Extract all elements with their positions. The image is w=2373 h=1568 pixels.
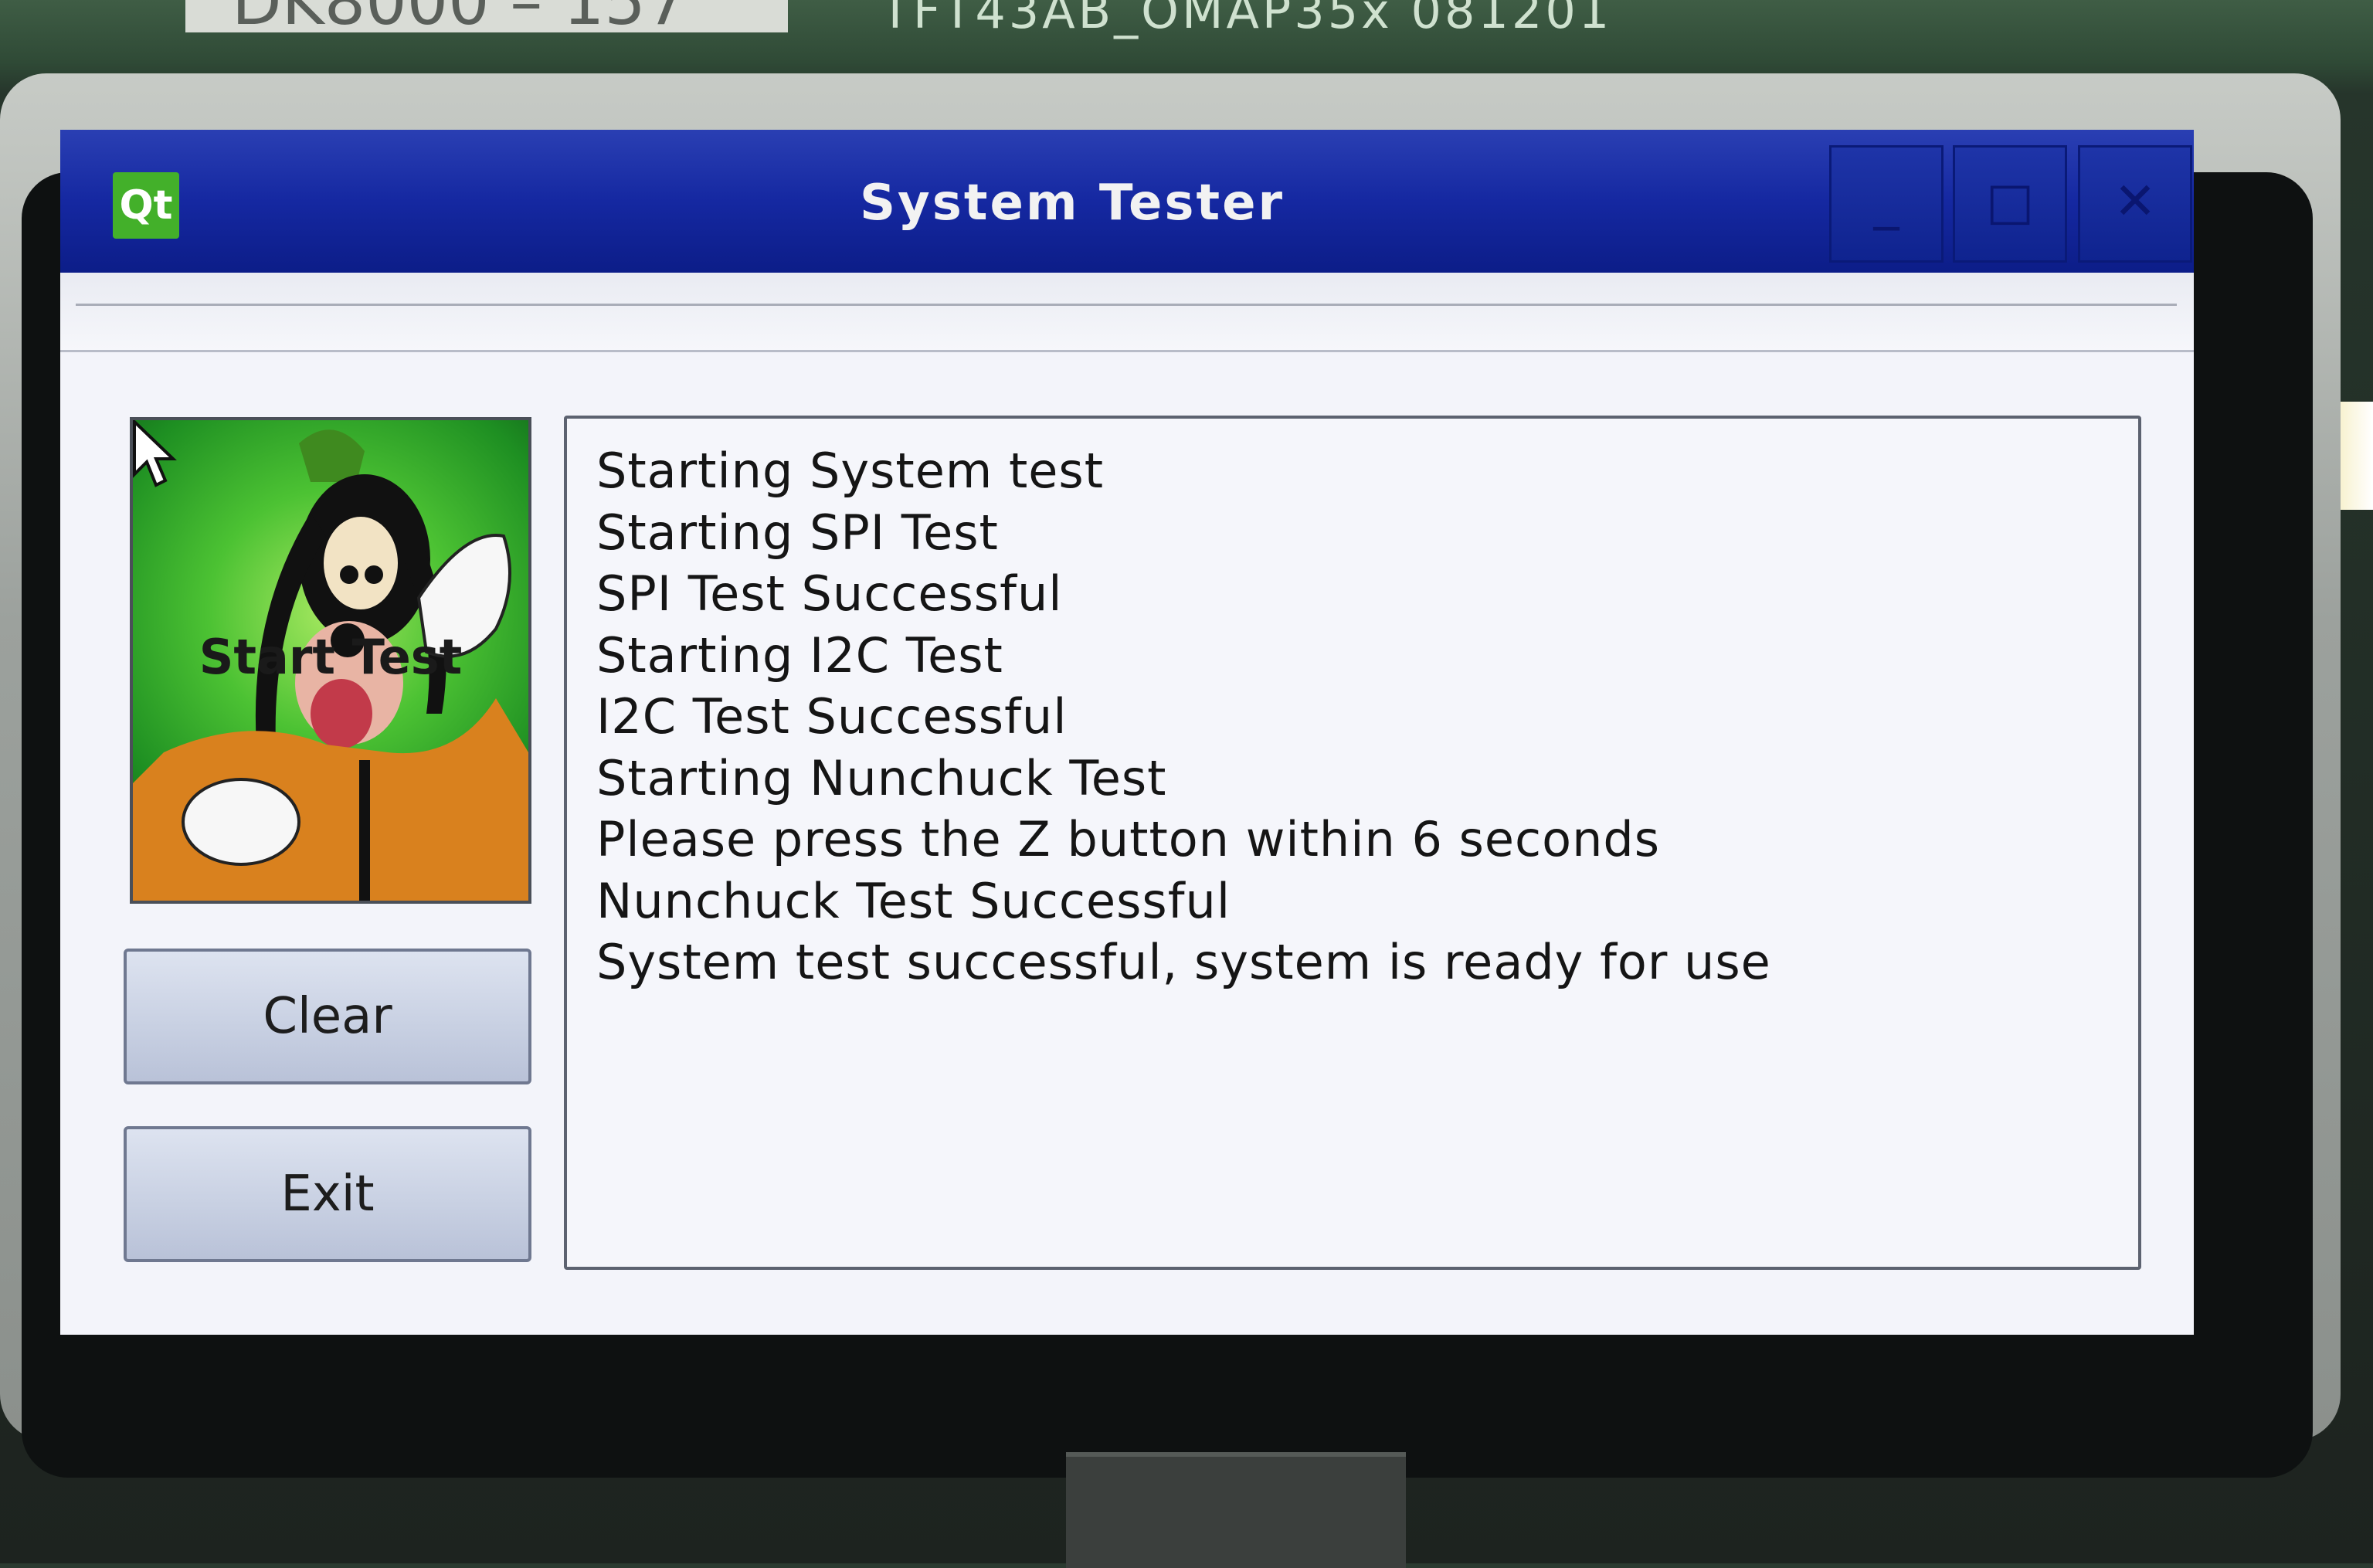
window-titlebar[interactable]: Qt System Tester _ □ ✕ xyxy=(60,130,2194,273)
log-output-panel[interactable]: Starting System test Starting SPI Test S… xyxy=(564,416,2141,1270)
log-line: System test successful, system is ready … xyxy=(596,934,1771,990)
start-test-button[interactable]: Start Test xyxy=(130,417,531,904)
lcd-screen: Qt System Tester _ □ ✕ Start Test Clear … xyxy=(60,130,2194,1335)
board-silkscreen-label: DK8000 – 157 xyxy=(185,0,788,34)
log-line: Starting SPI Test xyxy=(596,504,999,561)
log-line: Please press the Z button within 6 secon… xyxy=(596,811,1661,867)
maximize-button[interactable]: □ xyxy=(1953,145,2067,263)
log-line: SPI Test Successful xyxy=(596,565,1063,622)
clear-button[interactable]: Clear xyxy=(124,949,531,1084)
exit-button[interactable]: Exit xyxy=(124,1126,531,1262)
menu-bar-separator xyxy=(76,304,2177,306)
close-button[interactable]: ✕ xyxy=(2078,145,2192,263)
mouse-cursor-icon xyxy=(133,420,177,487)
log-lines: Starting System test Starting SPI Test S… xyxy=(596,440,1771,993)
log-line: Starting I2C Test xyxy=(596,626,1003,684)
menu-bar xyxy=(60,273,2194,352)
minimize-button[interactable]: _ xyxy=(1829,145,1944,263)
log-line: Nunchuck Test Successful xyxy=(596,872,1231,929)
bottom-connector xyxy=(1066,1452,1406,1568)
window-title: System Tester xyxy=(859,175,1285,232)
board-model-text: TFT43AB_OMAP35x 081201 xyxy=(881,0,1613,39)
qt-logo-icon: Qt xyxy=(113,172,179,239)
start-test-label: Start Test xyxy=(199,629,463,685)
log-line: Starting System test xyxy=(596,443,1105,499)
log-line: I2C Test Successful xyxy=(596,688,1068,745)
log-line: Starting Nunchuck Test xyxy=(596,749,1167,806)
